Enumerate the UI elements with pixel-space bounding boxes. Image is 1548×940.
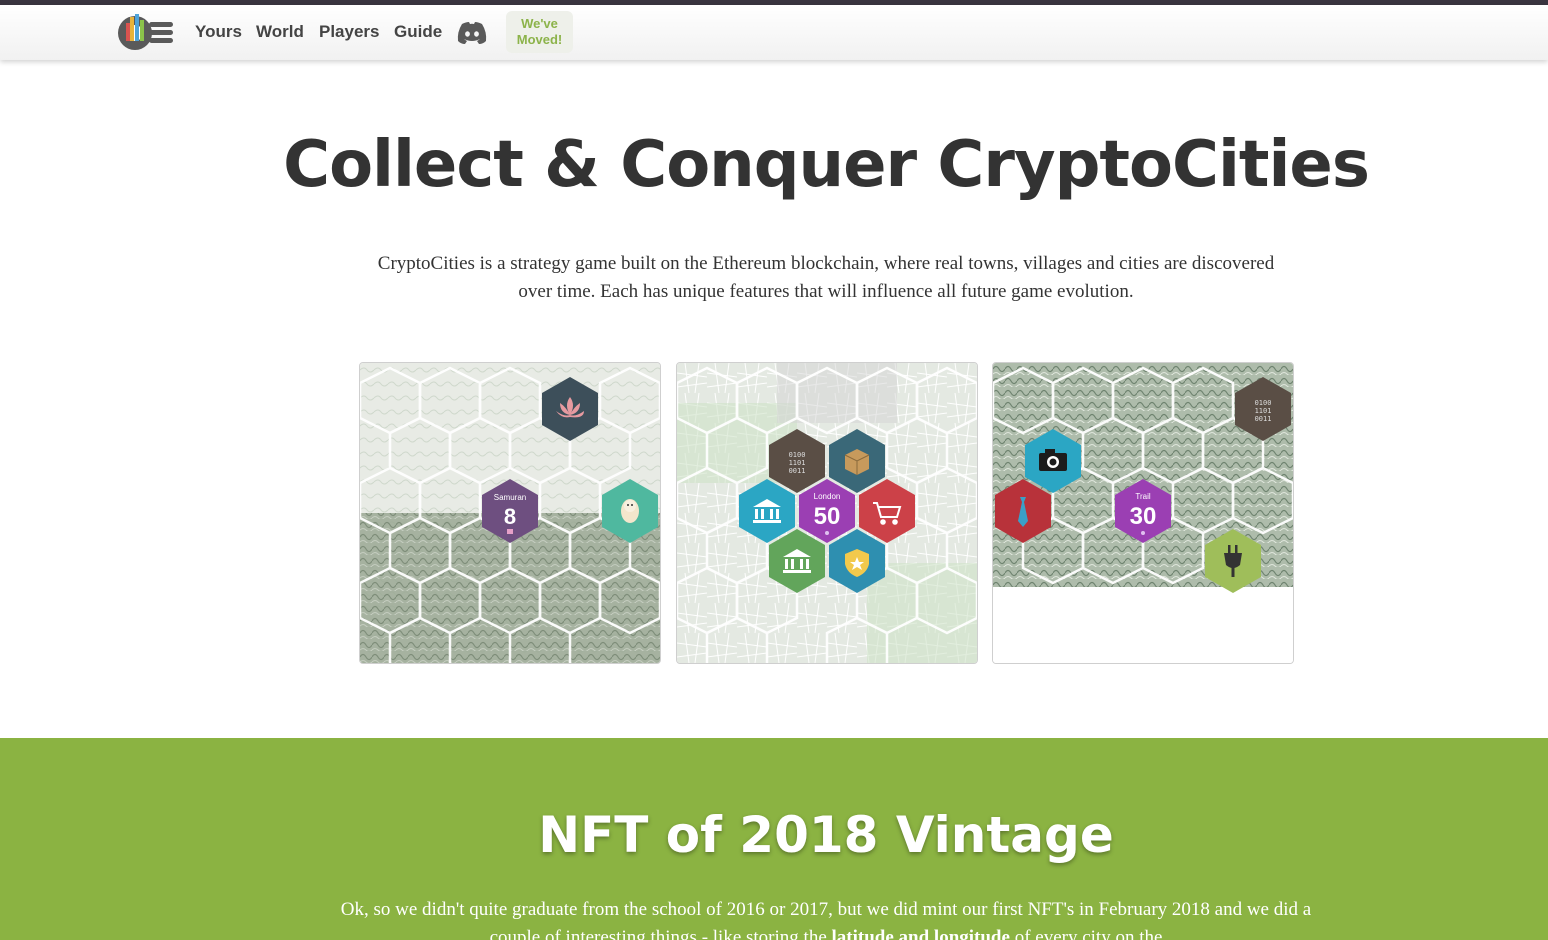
svg-text:0011: 0011 [789, 467, 806, 475]
city-card-2[interactable]: 0100 1101 0011 London 50 [676, 362, 978, 664]
cryptocities-logo[interactable] [116, 11, 176, 53]
nav-world[interactable]: World [256, 22, 304, 42]
nft-text-bold: latitude and longitude [831, 927, 1010, 940]
city-name-1: Samuran [494, 493, 526, 502]
hex-map-1: Samuran 8 [360, 363, 660, 663]
hex-map-2: 0100 1101 0011 London 50 [677, 363, 977, 663]
moved-line-1: We've [521, 16, 558, 31]
nft-text-after: of every city on the [1009, 927, 1163, 940]
binary-icon-3: 0100 [1255, 399, 1272, 407]
city-card-1[interactable]: Samuran 8 [359, 362, 661, 664]
hero-description: CryptoCities is a strategy game built on… [377, 253, 1275, 302]
svg-text:1101: 1101 [789, 459, 806, 467]
nft-title: NFT of 2018 Vintage [538, 806, 1114, 864]
nav-yours[interactable]: Yours [195, 22, 242, 42]
moved-line-2: Moved! [516, 32, 563, 47]
city-name-2: London [814, 492, 841, 501]
nav-guide[interactable]: Guide [394, 22, 442, 42]
binary-icon-2: 0100 [789, 451, 806, 459]
nft-description: Ok, so we didn't quite graduate from the… [326, 896, 1326, 940]
nav-players[interactable]: Players [319, 22, 380, 42]
hex-map-3: 0100 1101 0011 Trail 30 [993, 363, 1293, 663]
svg-text:1101: 1101 [1255, 407, 1272, 415]
hero-title: Collect & Conquer CryptoCities [283, 128, 1370, 202]
city-number-3: 30 [1130, 503, 1157, 530]
nft-text-before: Ok, so we didn't quite graduate from the… [340, 899, 1312, 940]
city-name-3: Trail [1135, 492, 1150, 501]
moved-badge[interactable]: We've Moved! [506, 11, 573, 53]
city-number-1: 8 [504, 504, 516, 529]
navbar: Yours World Players Guide We've Moved! [0, 5, 1548, 60]
city-card-3[interactable]: 0100 1101 0011 Trail 30 [992, 362, 1294, 664]
discord-icon[interactable] [456, 21, 488, 45]
city-number-2: 50 [814, 503, 841, 530]
svg-text:0011: 0011 [1255, 415, 1272, 423]
